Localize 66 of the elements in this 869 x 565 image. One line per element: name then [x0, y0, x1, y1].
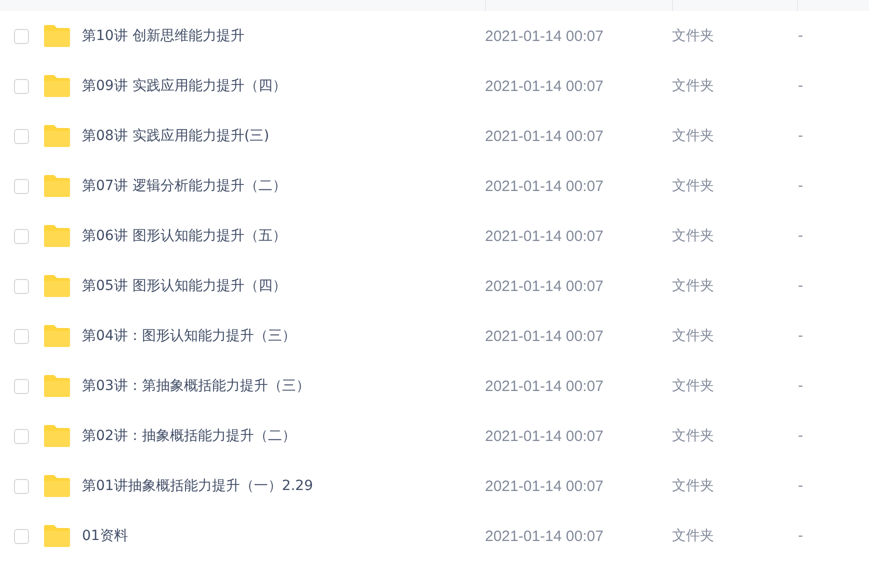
- file-name[interactable]: 第10讲 创新思维能力提升: [82, 27, 485, 45]
- folder-icon: [44, 25, 70, 47]
- file-name[interactable]: 第01讲抽象概括能力提升（一）2.29: [82, 477, 485, 495]
- checkbox[interactable]: [14, 78, 29, 94]
- file-name[interactable]: 第09讲 实践应用能力提升（四）: [82, 77, 485, 95]
- modified-date: 2021-01-14 00:07: [485, 278, 604, 294]
- file-type: 文件夹: [672, 427, 715, 445]
- folder-icon: [44, 275, 70, 297]
- file-type: 文件夹: [672, 227, 715, 245]
- file-size: -: [798, 528, 804, 544]
- folder-icon: [44, 225, 70, 247]
- modified-date: 2021-01-14 00:07: [485, 328, 604, 344]
- file-name[interactable]: 第05讲 图形认知能力提升（四）: [82, 277, 485, 295]
- modified-date: 2021-01-14 00:07: [485, 478, 604, 494]
- file-size: -: [798, 328, 804, 344]
- folder-icon: [44, 425, 70, 447]
- file-size: -: [798, 78, 804, 94]
- modified-date: 2021-01-14 00:07: [485, 528, 604, 544]
- checkbox[interactable]: [14, 178, 29, 194]
- checkbox[interactable]: [14, 328, 29, 344]
- modified-date: 2021-01-14 00:07: [485, 428, 604, 444]
- file-type: 文件夹: [672, 127, 715, 145]
- file-type: 文件夹: [672, 377, 715, 395]
- file-name[interactable]: 第06讲 图形认知能力提升（五）: [82, 227, 485, 245]
- checkbox[interactable]: [14, 428, 29, 444]
- modified-date: 2021-01-14 00:07: [485, 178, 604, 194]
- folder-icon: [44, 175, 70, 197]
- modified-date: 2021-01-14 00:07: [485, 28, 604, 44]
- checkbox[interactable]: [14, 378, 29, 394]
- checkbox[interactable]: [14, 28, 29, 44]
- file-type: 文件夹: [672, 77, 715, 95]
- file-size: -: [798, 478, 804, 494]
- file-size: -: [798, 428, 804, 444]
- file-size: -: [798, 178, 804, 194]
- file-size: -: [798, 128, 804, 144]
- folder-icon: [44, 325, 70, 347]
- folder-icon: [44, 125, 70, 147]
- file-type: 文件夹: [672, 27, 715, 45]
- checkbox[interactable]: [14, 278, 29, 294]
- file-name[interactable]: 第07讲 逻辑分析能力提升（二）: [82, 177, 485, 195]
- file-name[interactable]: 第02讲：抽象概括能力提升（二）: [82, 427, 485, 445]
- checkbox[interactable]: [14, 228, 29, 244]
- file-size: -: [798, 28, 804, 44]
- file-type: 文件夹: [672, 277, 715, 295]
- file-type: 文件夹: [672, 477, 715, 495]
- folder-icon: [44, 375, 70, 397]
- modified-date: 2021-01-14 00:07: [485, 228, 604, 244]
- file-size: -: [798, 378, 804, 394]
- checkbox[interactable]: [14, 478, 29, 494]
- folder-icon: [44, 75, 70, 97]
- checkbox[interactable]: [14, 528, 29, 544]
- modified-date: 2021-01-14 00:07: [485, 78, 604, 94]
- file-type: 文件夹: [672, 527, 715, 545]
- file-name[interactable]: 第04讲：图形认知能力提升（三）: [82, 327, 485, 345]
- folder-icon: [44, 525, 70, 547]
- folder-icon: [44, 475, 70, 497]
- modified-date: 2021-01-14 00:07: [485, 128, 604, 144]
- file-size: -: [798, 228, 804, 244]
- file-type: 文件夹: [672, 327, 715, 345]
- file-name[interactable]: 第08讲 实践应用能力提升(三): [82, 127, 485, 145]
- checkbox[interactable]: [14, 128, 29, 144]
- file-size: -: [798, 278, 804, 294]
- file-type: 文件夹: [672, 177, 715, 195]
- file-name[interactable]: 第03讲：第抽象概括能力提升（三）: [82, 377, 485, 395]
- modified-date: 2021-01-14 00:07: [485, 378, 604, 394]
- file-name[interactable]: 01资料: [82, 527, 485, 545]
